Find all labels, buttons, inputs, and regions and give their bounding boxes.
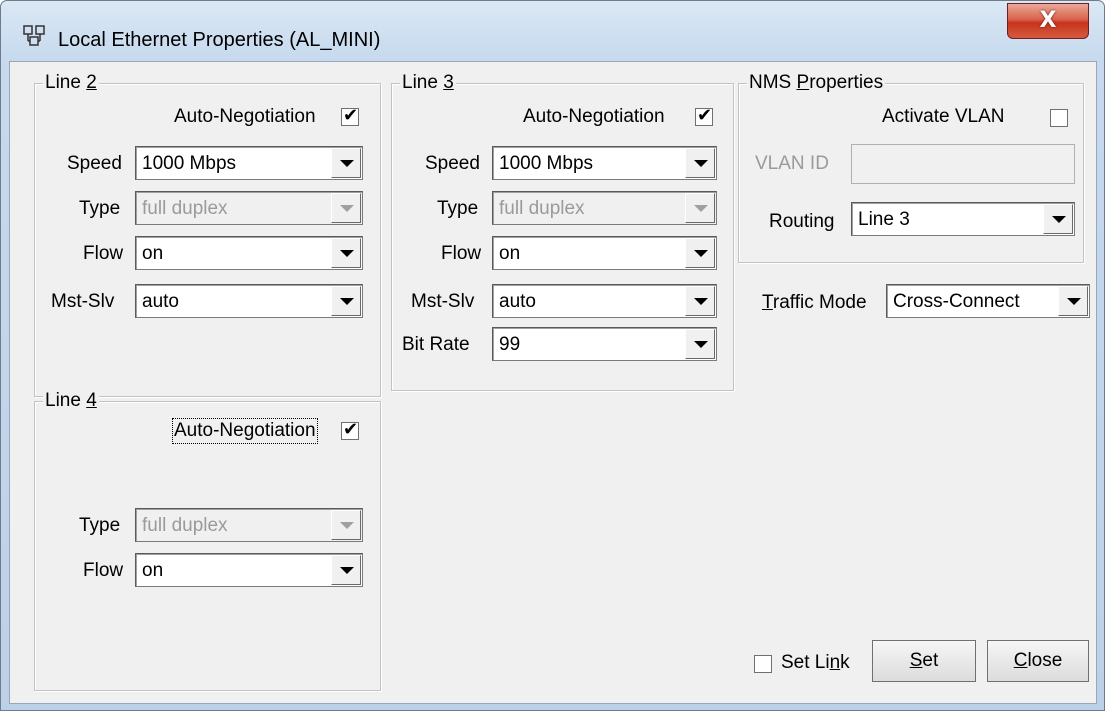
line3-mst-slv-select[interactable]: auto	[492, 284, 717, 318]
dropdown-arrow-icon[interactable]	[331, 148, 361, 178]
line3-legend: Line 3	[400, 72, 456, 94]
set-link-checkbox[interactable]	[754, 655, 772, 673]
line3-auto-negotiation-label: Auto-Negotiation	[523, 106, 665, 127]
close-icon: X	[1039, 8, 1057, 33]
dialog-window: Local Ethernet Properties (AL_MINI) X Li…	[0, 0, 1105, 711]
dropdown-arrow-icon[interactable]	[685, 329, 715, 359]
dropdown-arrow-icon[interactable]	[331, 555, 361, 585]
dropdown-arrow-icon[interactable]	[685, 286, 715, 316]
check-icon: ✔	[343, 105, 359, 126]
activate-vlan-checkbox[interactable]	[1050, 109, 1068, 127]
traffic-mode-value: Cross-Connect	[893, 291, 1020, 312]
line2-type-value: full duplex	[142, 198, 228, 219]
line2-mst-slv-label: Mst-Slv	[51, 291, 115, 312]
line3-flow-value: on	[499, 243, 521, 264]
line2-speed-select[interactable]: 1000 Mbps	[135, 146, 363, 180]
traffic-mode-select[interactable]: Cross-Connect	[886, 284, 1090, 318]
line2-auto-negotiation-checkbox[interactable]: ✔	[341, 105, 359, 126]
dropdown-arrow-icon	[331, 193, 361, 223]
dropdown-arrow-icon	[685, 193, 715, 223]
line3-mst-slv-label: Mst-Slv	[411, 291, 475, 312]
line4-flow-label: Flow	[83, 560, 124, 581]
line3-type-select: full duplex	[492, 191, 717, 225]
line3-bit-rate-select[interactable]: 99	[492, 327, 717, 361]
line2-mst-slv-value: auto	[142, 291, 179, 312]
check-icon: ✔	[343, 419, 359, 440]
line4-type-label: Type	[79, 515, 121, 536]
activate-vlan-label: Activate VLAN	[882, 106, 1005, 127]
line4-auto-negotiation-label: Auto-Negotiation	[172, 418, 318, 444]
line3-flow-select[interactable]: on	[492, 236, 717, 270]
set-link-label[interactable]: Set Link	[781, 652, 850, 674]
nms-properties-legend: NMS Properties	[747, 72, 886, 94]
close-button[interactable]: Close	[987, 640, 1089, 682]
dialog-client-area: Line 2 Auto-Negotiation ✔ Speed 1000 Mbp…	[9, 61, 1097, 704]
line3-type-label: Type	[437, 198, 479, 219]
line2-legend: Line 2	[43, 72, 99, 94]
line4-flow-select[interactable]: on	[135, 553, 363, 587]
window-close-button[interactable]: X	[1007, 3, 1089, 39]
line2-flow-label: Flow	[83, 243, 124, 264]
line4-legend: Line 4	[43, 390, 99, 412]
dropdown-arrow-icon[interactable]	[1058, 286, 1088, 316]
line3-bit-rate-label: Bit Rate	[402, 334, 470, 355]
line3-bit-rate-value: 99	[499, 334, 521, 355]
vlan-id-label: VLAN ID	[755, 153, 829, 174]
line2-speed-label: Speed	[67, 153, 122, 174]
dropdown-arrow-icon[interactable]	[331, 286, 361, 316]
line2-type-select: full duplex	[135, 191, 363, 225]
check-icon: ✔	[697, 105, 713, 126]
line2-mst-slv-select[interactable]: auto	[135, 284, 363, 318]
line3-speed-value: 1000 Mbps	[499, 153, 594, 174]
line3-speed-select[interactable]: 1000 Mbps	[492, 146, 717, 180]
traffic-mode-label: Traffic Mode	[762, 292, 867, 313]
line4-type-select: full duplex	[135, 508, 363, 542]
set-button[interactable]: Set	[872, 640, 976, 682]
vlan-id-field	[851, 144, 1075, 184]
line4-type-value: full duplex	[142, 515, 228, 536]
line2-speed-value: 1000 Mbps	[142, 153, 237, 174]
line2-auto-negotiation-label: Auto-Negotiation	[174, 106, 316, 127]
line3-auto-negotiation-checkbox[interactable]: ✔	[695, 105, 713, 126]
line3-speed-label: Speed	[425, 153, 480, 174]
network-properties-icon	[23, 25, 45, 46]
title-bar[interactable]: Local Ethernet Properties (AL_MINI) X	[1, 1, 1104, 61]
window-title: Local Ethernet Properties (AL_MINI)	[58, 29, 381, 51]
dropdown-arrow-icon[interactable]	[685, 148, 715, 178]
line2-flow-value: on	[142, 243, 164, 264]
line2-group: Line 2 Auto-Negotiation ✔ Speed 1000 Mbp…	[34, 72, 381, 397]
line3-flow-label: Flow	[441, 243, 482, 264]
dropdown-arrow-icon	[331, 510, 361, 540]
line4-auto-negotiation-checkbox[interactable]: ✔	[341, 419, 359, 440]
dropdown-arrow-icon[interactable]	[331, 238, 361, 268]
dropdown-arrow-icon[interactable]	[685, 238, 715, 268]
dropdown-arrow-icon[interactable]	[1043, 204, 1073, 234]
routing-label: Routing	[769, 211, 835, 232]
line2-flow-select[interactable]: on	[135, 236, 363, 270]
routing-select[interactable]: Line 3	[851, 202, 1075, 236]
line3-group: Line 3 Auto-Negotiation ✔ Speed 1000 Mbp…	[391, 72, 734, 391]
line4-flow-value: on	[142, 560, 164, 581]
line4-group: Line 4 Auto-Negotiation ✔ Type full dupl…	[34, 390, 381, 691]
line3-mst-slv-value: auto	[499, 291, 536, 312]
line3-type-value: full duplex	[499, 198, 585, 219]
routing-value: Line 3	[858, 209, 910, 230]
line2-type-label: Type	[79, 198, 121, 219]
nms-properties-group: NMS Properties Activate VLAN VLAN ID Rou…	[738, 72, 1084, 263]
